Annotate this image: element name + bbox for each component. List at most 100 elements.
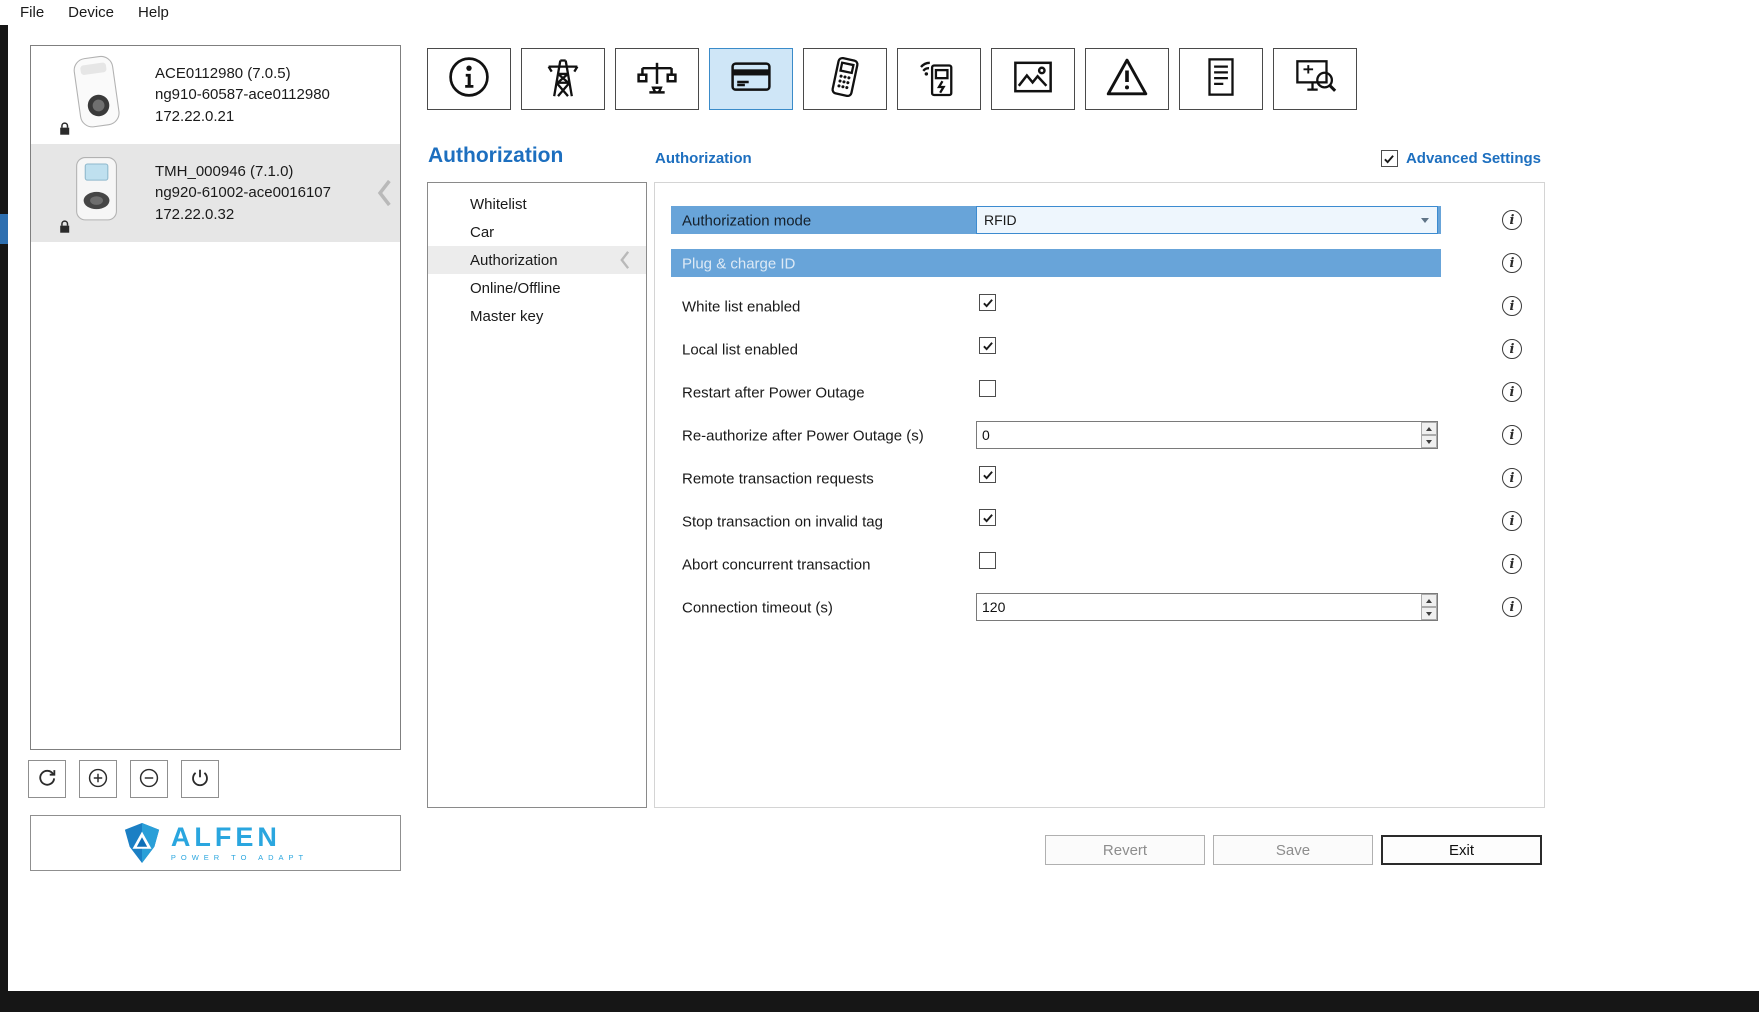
tab-diagnostics[interactable] (1273, 48, 1357, 110)
tab-connectivity[interactable] (897, 48, 981, 110)
menu-help[interactable]: Help (126, 4, 181, 21)
form-row-local-list-enabled: Local list enabled i (655, 328, 1544, 371)
tab-display[interactable] (991, 48, 1075, 110)
device-name: TMH_000946 (7.1.0) (155, 162, 294, 180)
lock-icon (57, 121, 72, 136)
charge-point-wifi-icon (916, 54, 962, 105)
tab-load-balancing[interactable] (615, 48, 699, 110)
form-row-re-authorize-after-power-outage-s: Re-authorize after Power Outage (s) i (655, 414, 1544, 457)
info-icon[interactable]: i (1502, 382, 1522, 402)
menu-file[interactable]: File (8, 4, 56, 21)
info-icon[interactable]: i (1502, 425, 1522, 445)
info-icon[interactable]: i (1502, 554, 1522, 574)
white-list-enabled-checkbox[interactable] (979, 294, 996, 311)
alfen-logo: ALFEN POWER TO ADAPT (30, 815, 401, 871)
advanced-settings-checkbox[interactable] (1380, 150, 1398, 167)
device-list-item[interactable]: TMH_000946 (7.1.0) ng920-61002-ace0016107… (31, 144, 400, 242)
field-label: Authorization mode (682, 212, 812, 229)
local-list-enabled-checkbox[interactable] (979, 337, 996, 354)
advanced-settings-label: Advanced Settings (1405, 150, 1541, 167)
info-icon[interactable]: i (1502, 597, 1522, 617)
info-icon[interactable]: i (1502, 511, 1522, 531)
tab-payment-terminal[interactable] (803, 48, 887, 110)
device-name: ACE0112980 (7.0.5) (155, 64, 291, 82)
tab-general-info[interactable] (427, 48, 511, 110)
brand-name: ALFEN (170, 822, 281, 852)
form-row-abort-concurrent-transaction: Abort concurrent transaction i (655, 543, 1544, 586)
info-icon[interactable]: i (1502, 210, 1522, 230)
field-label: White list enabled (682, 298, 801, 315)
subnav-item-label: Master key (470, 307, 544, 325)
lock-icon (57, 219, 72, 234)
subnav-item-master-key[interactable]: Master key (428, 302, 646, 330)
info-icon[interactable]: i (1502, 296, 1522, 316)
load-balancing-icon (634, 54, 680, 105)
tab-errors[interactable] (1085, 48, 1169, 110)
background-strip-bottom (0, 991, 1759, 1012)
subnav-item-label: Authorization (470, 251, 558, 269)
plus-circle-icon (87, 767, 109, 792)
background-accent (0, 214, 8, 244)
revert-button[interactable]: Revert (1045, 835, 1205, 865)
spin-up-button[interactable] (1421, 422, 1437, 435)
remove-device-button[interactable] (130, 760, 168, 798)
info-icon[interactable]: i (1502, 339, 1522, 359)
refresh-icon (36, 767, 58, 792)
abort-concurrent-transaction-checkbox[interactable] (979, 552, 996, 569)
display-charger-icon (37, 150, 155, 236)
form-row-restart-after-power-outage: Restart after Power Outage i (655, 371, 1544, 414)
warning-icon (1104, 54, 1150, 105)
authorization-mode-select[interactable]: RFID (976, 206, 1438, 234)
form-row-stop-transaction-on-invalid-tag: Stop transaction on invalid tag i (655, 500, 1544, 543)
field-label: Plug & charge ID (682, 255, 796, 272)
pylon-icon (540, 54, 586, 105)
restart-after-power-outage-checkbox[interactable] (979, 380, 996, 397)
chevron-left-icon (619, 250, 630, 274)
device-list-panel: ACE0112980 (7.0.5) ng910-60587-ace0112980… (30, 45, 401, 750)
refresh-device-button[interactable] (28, 760, 66, 798)
remote-transaction-requests-checkbox[interactable] (979, 466, 996, 483)
field-label: Restart after Power Outage (682, 384, 865, 401)
form-row-remote-transaction-requests: Remote transaction requests i (655, 457, 1544, 500)
subnav-item-car[interactable]: Car (428, 218, 646, 246)
menu-device[interactable]: Device (56, 4, 126, 21)
re-authorize-after-power-outage-s-field (976, 421, 1438, 449)
tab-logs[interactable] (1179, 48, 1263, 110)
info-icon[interactable]: i (1502, 253, 1522, 273)
spinner (1421, 422, 1437, 448)
alfen-shield-icon (123, 822, 161, 864)
device-id: ng920-61002-ace0016107 (155, 184, 331, 202)
device-list-item[interactable]: ACE0112980 (7.0.5) ng910-60587-ace0112980… (31, 46, 400, 144)
re-authorize-after-power-outage-s-input[interactable] (977, 422, 1420, 448)
device-id: ng910-60587-ace0112980 (155, 86, 330, 104)
subnav-item-online-offline[interactable]: Online/Offline (428, 274, 646, 302)
spinner (1421, 594, 1437, 620)
minus-circle-icon (138, 767, 160, 792)
tab-authorization[interactable] (709, 48, 793, 110)
tab-power-grid[interactable] (521, 48, 605, 110)
spin-down-button[interactable] (1421, 607, 1437, 620)
advanced-settings-toggle[interactable]: Advanced Settings (1380, 150, 1541, 167)
reboot-device-button[interactable] (181, 760, 219, 798)
spin-down-button[interactable] (1421, 435, 1437, 448)
spin-up-button[interactable] (1421, 594, 1437, 607)
picture-icon (1010, 54, 1056, 105)
subnav-item-whitelist[interactable]: Whitelist (428, 190, 646, 218)
exit-button[interactable]: Exit (1381, 835, 1542, 865)
chevron-down-icon (1421, 218, 1429, 223)
info-icon[interactable]: i (1502, 468, 1522, 488)
content-header: Authorization Advanced Settings (655, 150, 1541, 167)
stop-transaction-on-invalid-tag-checkbox[interactable] (979, 509, 996, 526)
document-icon (1198, 54, 1244, 105)
save-button[interactable]: Save (1213, 835, 1373, 865)
subnav-item-authorization[interactable]: Authorization (428, 246, 646, 274)
field-label: Stop transaction on invalid tag (682, 513, 883, 530)
connection-timeout-s-input[interactable] (977, 594, 1420, 620)
device-ip: 172.22.0.21 (155, 107, 235, 125)
field-label: Abort concurrent transaction (682, 556, 871, 573)
chevron-left-icon[interactable] (376, 178, 392, 208)
select-value: RFID (984, 212, 1017, 228)
power-icon (189, 767, 211, 792)
form-row-connection-timeout-s: Connection timeout (s) i (655, 586, 1544, 629)
add-device-button[interactable] (79, 760, 117, 798)
